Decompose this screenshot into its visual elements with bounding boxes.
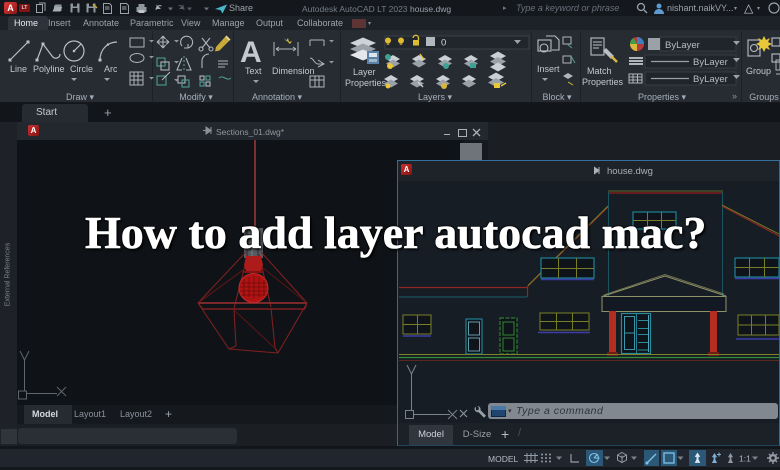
- svg-text:Properties: Properties: [345, 78, 387, 88]
- svg-text:Circle: Circle: [70, 64, 93, 74]
- svg-text:Dimension: Dimension: [272, 66, 315, 76]
- svg-text:ByLayer: ByLayer: [693, 74, 728, 85]
- svg-text:ByLayer: ByLayer: [693, 57, 728, 68]
- svg-text:0: 0: [441, 38, 446, 49]
- svg-text:Layer: Layer: [353, 67, 376, 77]
- svg-text:Arc: Arc: [104, 64, 117, 74]
- svg-text:Match: Match: [587, 66, 612, 76]
- svg-text:Properties: Properties: [582, 77, 624, 87]
- svg-text:A: A: [240, 36, 262, 69]
- svg-text:Polyline: Polyline: [33, 64, 65, 74]
- svg-text:ByLayer: ByLayer: [665, 40, 700, 51]
- svg-text:Group: Group: [746, 66, 771, 76]
- svg-text:1:1: 1:1: [739, 454, 751, 464]
- svg-text:Line: Line: [10, 64, 27, 74]
- svg-text:Text: Text: [245, 66, 262, 76]
- svg-text:Insert: Insert: [537, 64, 560, 74]
